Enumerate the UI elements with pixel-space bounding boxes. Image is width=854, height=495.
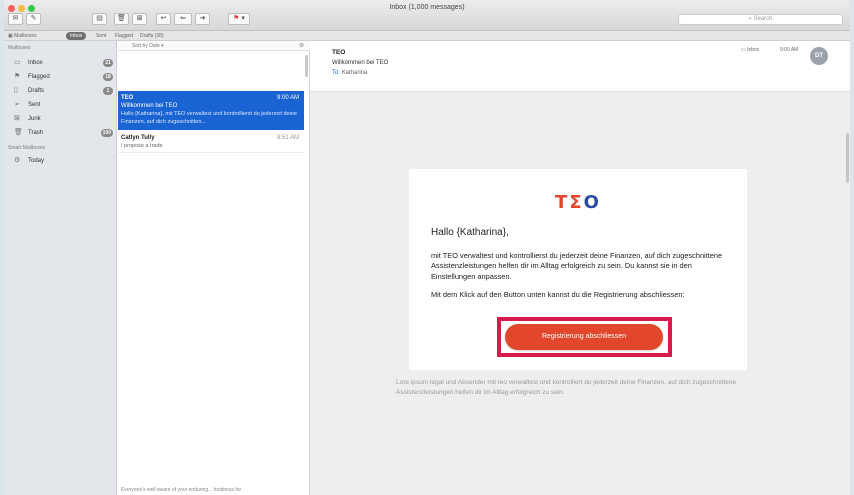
- search-placeholder: Search: [753, 16, 773, 22]
- search-input[interactable]: ⌕ Search: [678, 14, 843, 25]
- delete-button[interactable]: 🗑: [114, 13, 129, 25]
- favorite-flagged[interactable]: Flagged: [115, 33, 133, 39]
- chevron-down-icon: ▾: [159, 43, 164, 49]
- favorite-drafts[interactable]: Drafts (38): [140, 33, 164, 39]
- sidebar-item-sent[interactable]: ➢ Sent: [4, 99, 117, 111]
- sidebar-item-junk[interactable]: ⊠ Junk: [4, 113, 117, 125]
- sent-icon: ➢: [14, 101, 20, 108]
- envelope-icon: ✉: [12, 15, 19, 22]
- sidebar-item-label: Sent: [28, 102, 41, 108]
- archive-icon: ▤: [96, 15, 103, 22]
- forward-icon: ➜: [199, 15, 206, 22]
- reply-all-icon: ⇐: [180, 15, 186, 22]
- sidebar-item-today[interactable]: ⚙ Today: [4, 155, 117, 167]
- list-scrollbar[interactable]: [305, 55, 308, 77]
- email-paragraph: Mit dem Klick auf den Button unten kanns…: [431, 290, 685, 299]
- flag-icon: ⚑: [14, 73, 21, 80]
- favorite-inbox[interactable]: Inbox: [66, 32, 87, 40]
- to-name: Katharina: [341, 70, 368, 76]
- sidebar-item-inbox[interactable]: ▭ Inbox 21: [4, 57, 117, 69]
- header-sender: TEO: [332, 49, 346, 56]
- filter-icon[interactable]: ⊜: [299, 42, 304, 49]
- chevron-down-icon: ▾: [239, 15, 245, 22]
- sidebar: Mailboxes ▭ Inbox 21 ⚑ Flagged 18 ▯ Draf…: [4, 41, 117, 495]
- reply-icon: ↩: [160, 15, 167, 22]
- brand-logo: TΣO: [555, 192, 601, 213]
- favorites-bar: ▣ Mailboxes Inbox Sent Flagged Drafts (3…: [4, 31, 850, 41]
- sidebar-item-drafts[interactable]: ▯ Drafts 1: [4, 85, 117, 97]
- inbox-icon: ▭: [14, 59, 21, 66]
- trash-icon: 🗑: [117, 15, 126, 22]
- message-time: 9:00 AM: [276, 95, 299, 101]
- reply-all-button[interactable]: ⇐: [174, 13, 192, 25]
- header-subject: Willkommen bei TEO: [332, 60, 389, 66]
- sidebar-item-trash[interactable]: 🗑 Trash 100: [4, 127, 117, 139]
- message-subject: Willkommen bei TEO: [121, 103, 178, 109]
- mail-window: Inbox (1,000 messages) ✉ ✎ ▤ 🗑 ⊠ ↩ ⇐ ➜ ⚑…: [4, 0, 850, 495]
- email-greeting: Hallo {Katharina},: [431, 227, 509, 238]
- view-scrollbar[interactable]: [846, 133, 849, 183]
- to-label: To:: [332, 70, 341, 76]
- reply-button[interactable]: ↩: [156, 13, 171, 25]
- mailboxes-label: Mailboxes: [14, 33, 37, 39]
- mailboxes-heading: Mailboxes: [8, 45, 31, 51]
- unread-badge: 21: [103, 59, 113, 67]
- folder-label: Inbox: [747, 47, 760, 53]
- count-badge: 100: [100, 129, 113, 137]
- smart-mailboxes-heading: Smart Mailboxes: [8, 145, 46, 151]
- message-header: TEO Willkommen bei TEO To: Katharina ▭ I…: [310, 41, 850, 92]
- sidebar-item-label: Trash: [28, 130, 44, 136]
- sort-bar: Sort by Date ▾ ⊜: [118, 41, 310, 51]
- title-bar: Inbox (1,000 messages) ✉ ✎ ▤ 🗑 ⊠ ↩ ⇐ ➜ ⚑…: [4, 0, 850, 31]
- mailboxes-toggle[interactable]: ▣ Mailboxes: [8, 33, 37, 39]
- list-footer-preview: Everyone's well aware of your enduring..…: [121, 487, 242, 493]
- message-sender: Catlyn Tully: [121, 135, 155, 141]
- email-card: TΣO Hallo {Katharina}, mit TEO verwaltes…: [409, 169, 747, 370]
- draft-icon: ▯: [14, 87, 18, 94]
- message-time: 8:51 AM: [276, 135, 299, 141]
- message-list: Sort by Date ▾ ⊜ TEO 9:00 AM Willkommen …: [118, 41, 310, 495]
- complete-registration-button[interactable]: Registrierung abschliessen: [505, 324, 663, 350]
- email-paragraph: mit TEO verwaltest und kontrollierst du …: [431, 251, 723, 281]
- compose-icon: ✎: [30, 15, 37, 22]
- sidebar-item-label: Drafts: [28, 88, 45, 94]
- list-item[interactable]: Catlyn Tully 8:51 AM I propose a trade: [118, 133, 304, 153]
- message-preview: I propose a trade: [121, 143, 163, 149]
- sidebar-item-label: Junk: [28, 116, 41, 122]
- header-recipient: To: Katharina: [332, 70, 367, 76]
- sidebar-item-label: Flagged: [28, 74, 50, 80]
- header-time: 9:00 AM: [780, 47, 799, 53]
- count-badge: 18: [103, 73, 113, 81]
- junk-icon: ⊠: [136, 15, 143, 22]
- sidebar-item-label: Inbox: [28, 60, 43, 66]
- header-folder: ▭ Inbox: [741, 47, 759, 53]
- archive-button[interactable]: ▤: [92, 13, 107, 25]
- message-preview: Hallo {Katharina}, mit TEO verwaltest un…: [121, 111, 297, 125]
- sidebar-item-label: Today: [28, 158, 45, 164]
- message-view: TEO Willkommen bei TEO To: Katharina ▭ I…: [310, 41, 850, 495]
- forward-button[interactable]: ➜: [195, 13, 210, 25]
- gear-icon: ⚙: [14, 157, 21, 164]
- sidebar-item-flagged[interactable]: ⚑ Flagged 18: [4, 71, 117, 83]
- junk-icon: ⊠: [14, 115, 20, 122]
- sort-label: Sort by Date: [132, 43, 160, 49]
- count-badge: 1: [103, 87, 113, 95]
- compose-button[interactable]: ✎: [26, 13, 41, 25]
- junk-button[interactable]: ⊠: [132, 13, 147, 25]
- flag-button[interactable]: ⚑ ▾: [228, 13, 250, 25]
- get-mail-button[interactable]: ✉: [8, 13, 23, 25]
- avatar: DT: [810, 47, 828, 65]
- legal-footer: Lore ipsum legal und Absender mit teo ve…: [396, 379, 737, 396]
- window-title: Inbox (1,000 messages): [389, 4, 465, 11]
- trash-icon: 🗑: [14, 129, 23, 136]
- message-sender: TEO: [121, 95, 134, 101]
- favorite-sent[interactable]: Sent: [96, 33, 106, 39]
- list-item[interactable]: TEO 9:00 AM Willkommen bei TEO Hallo {Ka…: [118, 91, 304, 130]
- sort-dropdown[interactable]: Sort by Date ▾: [132, 43, 164, 49]
